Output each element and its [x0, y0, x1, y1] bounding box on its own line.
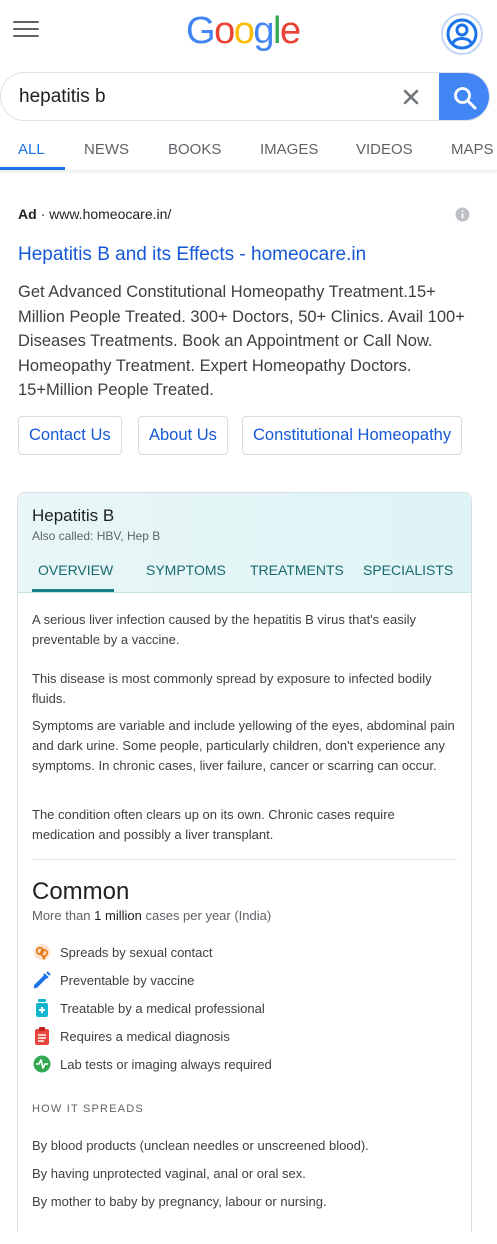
ad-separator: ·: [40, 206, 46, 222]
logo-letter: o: [233, 10, 255, 52]
clipboard-icon: [32, 1026, 52, 1046]
spread-item: By having unprotected vaginal, anal or o…: [32, 1166, 306, 1181]
prevalence-prefix: More than: [32, 908, 91, 923]
fact-label: Treatable by a medical professional: [60, 1000, 265, 1016]
fact-item: Preventable by vaccine: [32, 969, 194, 991]
search-box: [0, 72, 490, 121]
top-bar: Google: [0, 0, 497, 66]
divider: [32, 859, 457, 860]
fact-item: Treatable by a medical professional: [32, 997, 265, 1019]
close-icon[interactable]: [399, 85, 423, 109]
tab-maps[interactable]: MAPS: [451, 141, 494, 158]
ad-badge: Ad: [18, 206, 37, 222]
logo-letter: e: [279, 10, 301, 52]
search-tabs: ALL NEWS BOOKS IMAGES VIDEOS MAPS: [0, 127, 497, 171]
active-tab-indicator: [0, 167, 65, 170]
fact-item: Spreads by sexual contact: [32, 941, 212, 963]
account-button[interactable]: [441, 13, 483, 55]
tab-images[interactable]: IMAGES: [260, 141, 318, 158]
prevalence-heading: Common: [32, 878, 130, 905]
search-button[interactable]: [439, 73, 489, 120]
account-circle-icon: [446, 18, 478, 50]
kp-tab-treatments[interactable]: TREATMENTS: [250, 562, 344, 578]
kp-paragraph: The condition often clears up on its own…: [32, 807, 395, 842]
knowledge-panel: Hepatitis B Also called: HBV, Hep B OVER…: [17, 492, 472, 1232]
info-icon[interactable]: [455, 207, 470, 222]
sitelink-contact-us[interactable]: Contact Us: [18, 416, 122, 455]
tab-all[interactable]: ALL: [18, 141, 45, 158]
prevalence-text: More than 1 million cases per year (Indi…: [32, 908, 271, 923]
how-it-spreads-heading: HOW IT SPREADS: [32, 1103, 144, 1115]
prevalence-count: 1 million: [94, 908, 142, 923]
tab-videos[interactable]: VIDEOS: [356, 141, 413, 158]
sitelink-constitutional-homeopathy[interactable]: Constitutional Homeopathy: [242, 416, 463, 455]
fact-label: Preventable by vaccine: [60, 972, 195, 988]
google-logo[interactable]: Google: [186, 10, 301, 53]
logo-letter: l: [272, 10, 281, 52]
kp-also-called: Also called: HBV, Hep B: [32, 529, 161, 543]
logo-letter: g: [253, 10, 274, 52]
fact-label: Lab tests or imaging always required: [60, 1056, 272, 1072]
spread-item: By mother to baby by pregnancy, labour o…: [32, 1194, 327, 1209]
fact-label: Requires a medical diagnosis: [60, 1028, 230, 1044]
lab-test-icon: [32, 1054, 52, 1074]
tab-books[interactable]: BOOKS: [168, 141, 221, 158]
tab-news[interactable]: NEWS: [84, 141, 129, 158]
kp-paragraph: Symptoms are variable and include yellow…: [32, 718, 455, 773]
fact-label: Spreads by sexual contact: [60, 944, 213, 960]
kp-active-tab-indicator: [32, 589, 114, 592]
prevalence-suffix: cases per year (India): [145, 908, 272, 923]
spread-item: By blood products (unclean needles or un…: [32, 1138, 369, 1153]
sexual-contact-icon: [32, 942, 52, 962]
kp-tab-overview[interactable]: OVERVIEW: [38, 562, 113, 578]
sitelink-about-us[interactable]: About Us: [138, 416, 228, 455]
ad-description: Get Advanced Constitutional Homeopathy T…: [18, 283, 465, 399]
logo-letter: o: [214, 10, 235, 52]
kp-tab-symptoms[interactable]: SYMPTOMS: [146, 562, 226, 578]
kp-tab-specialists[interactable]: SPECIALISTS: [363, 562, 453, 578]
kp-paragraph: A serious liver infection caused by the …: [32, 612, 417, 647]
ad-title-link[interactable]: Hepatitis B and its Effects - homeocare.…: [18, 244, 366, 266]
ad-attribution: Ad · www.homeocare.in/: [18, 206, 171, 222]
fact-item: Requires a medical diagnosis: [32, 1025, 230, 1047]
syringe-icon: [32, 970, 52, 990]
magnifier-icon: [454, 86, 477, 109]
search-input[interactable]: [19, 84, 379, 110]
knowledge-panel-header: Hepatitis B Also called: HBV, Hep B OVER…: [18, 493, 471, 593]
medicine-bottle-icon: [32, 998, 52, 1018]
fact-item: Lab tests or imaging always required: [32, 1053, 272, 1075]
logo-letter: G: [186, 10, 216, 52]
hamburger-menu-icon[interactable]: [13, 21, 39, 41]
ad-display-url[interactable]: www.homeocare.in/: [49, 206, 171, 222]
kp-paragraph: This disease is most commonly spread by …: [32, 671, 432, 706]
kp-title: Hepatitis B: [32, 506, 115, 525]
